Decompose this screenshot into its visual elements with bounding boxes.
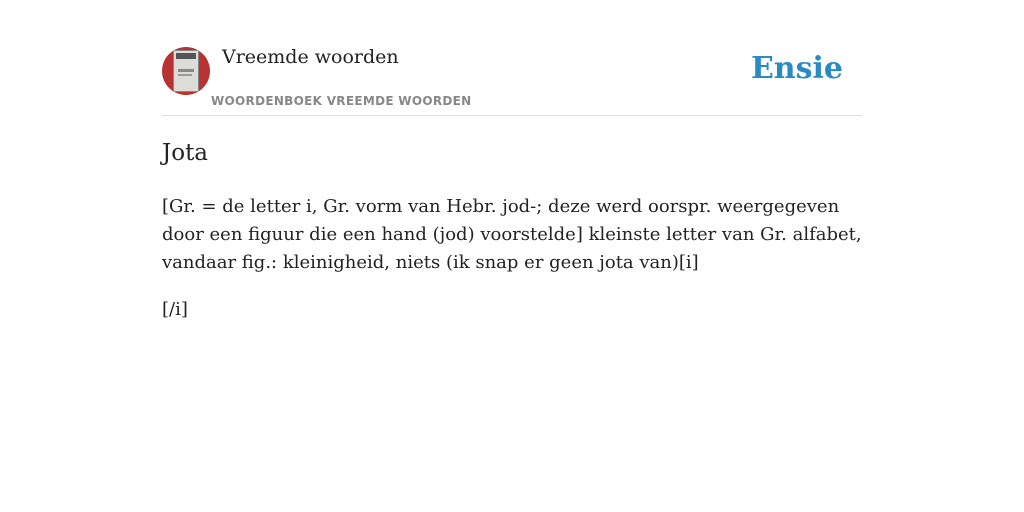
dictionary-title-link[interactable]: Vreemde woorden (222, 46, 399, 68)
entry-definition: [Gr. = de letter i, Gr. vorm van Hebr. j… (162, 196, 862, 273)
header: Vreemde woorden WOORDENBOEK VREEMDE WOOR… (162, 0, 862, 116)
dictionary-subtitle-link[interactable]: WOORDENBOEK VREEMDE WOORDEN (211, 94, 471, 108)
dictionary-cover-avatar[interactable] (162, 47, 210, 95)
ensie-logo-link[interactable]: Ensie (751, 51, 843, 86)
entry-title: Jota (162, 140, 209, 166)
book-cover-icon (173, 50, 199, 92)
entry-definition-tail: [/i] (162, 299, 188, 320)
page: Vreemde woorden WOORDENBOEK VREEMDE WOOR… (162, 0, 862, 320)
